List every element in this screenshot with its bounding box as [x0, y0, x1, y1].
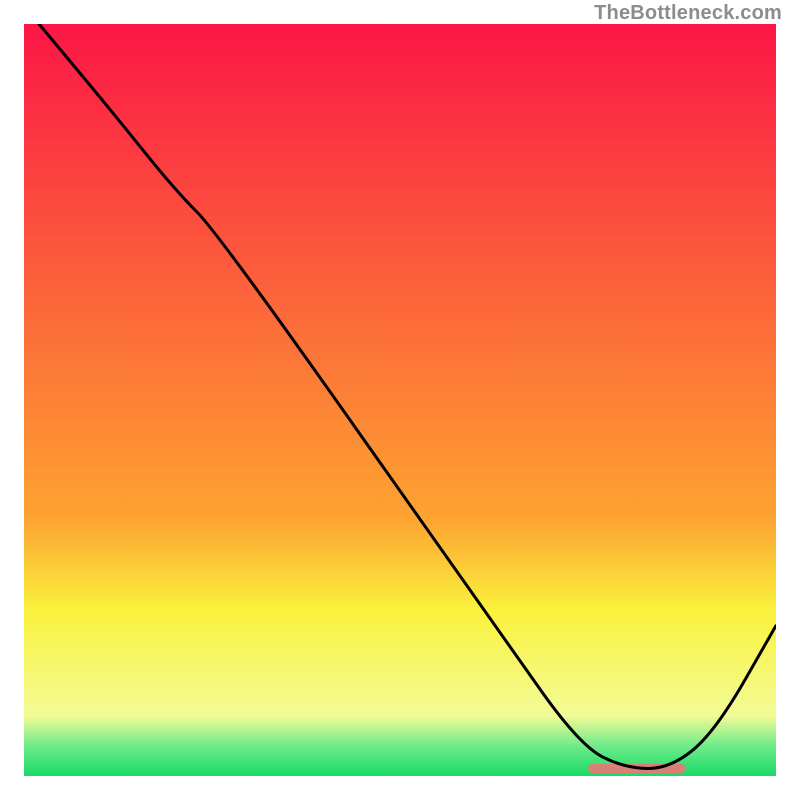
gradient-background — [24, 24, 776, 776]
plot-svg — [24, 24, 776, 776]
plot-area — [24, 24, 776, 776]
chart-container: TheBottleneck.com — [0, 0, 800, 800]
watermark-label: TheBottleneck.com — [594, 2, 782, 25]
